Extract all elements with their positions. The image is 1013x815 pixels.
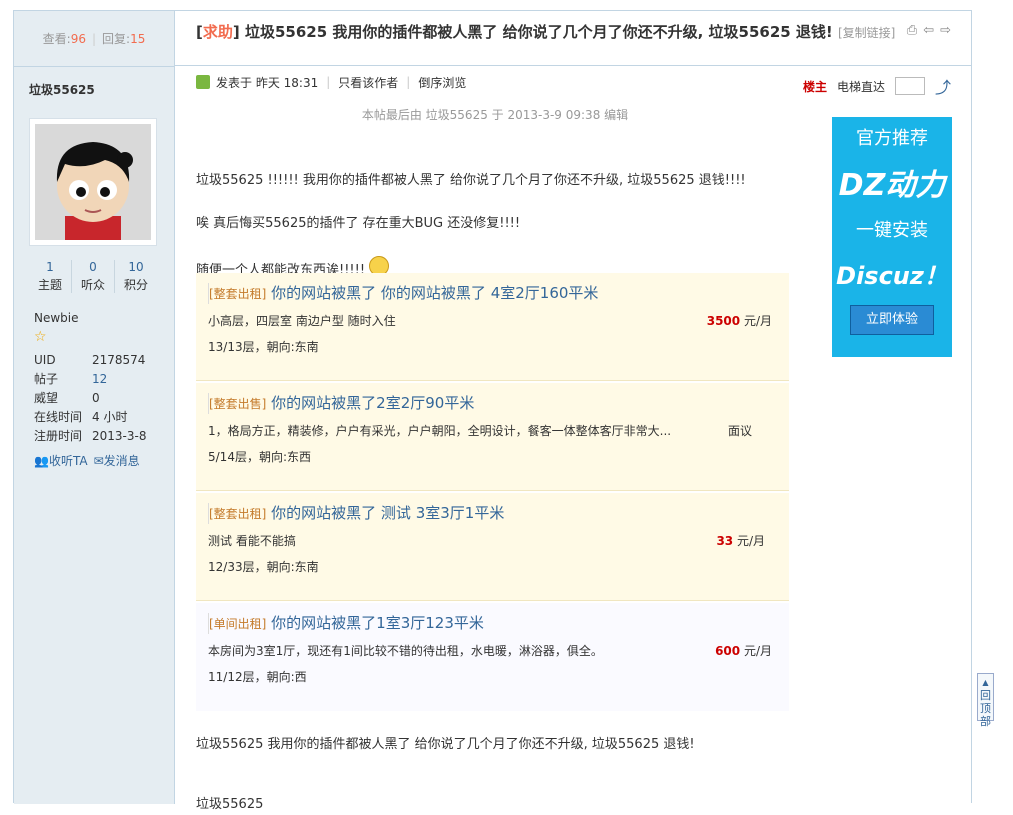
listing-item[interactable]: [整套出租] 你的网站被黑了 测试 3室3厅1平米 测试 看能不能搞 33 元/月… xyxy=(196,493,789,601)
listing-price: 面议 xyxy=(727,424,752,438)
jump-label: 电梯直达 xyxy=(836,79,885,94)
author-info: UID 2178574 帖子 12 威望 0 在线时间 4 小时 注册时间 2013-3-… xyxy=(34,351,174,446)
listing-price: 33 元/月 xyxy=(716,534,765,548)
listing-title[interactable]: 你的网站被黑了1室3厅123平米 xyxy=(271,614,484,632)
floor-tools: 楼主 电梯直达 ⤴ xyxy=(803,74,951,98)
views-count: 96 xyxy=(70,31,86,46)
avatar-image xyxy=(35,124,151,240)
stat-threads[interactable]: 1 主题 xyxy=(29,260,72,293)
author-name[interactable]: 垃圾55625 xyxy=(14,67,174,98)
ad-banner[interactable]: 官方推荐 DZ动力 一键安装 Discuz！ 立即体验 xyxy=(832,117,952,357)
next-thread-icon[interactable]: ⇨ xyxy=(940,23,951,38)
rank-star-icon: ☆ xyxy=(34,329,47,345)
post-paragraph: 垃圾55625 xyxy=(196,797,264,812)
info-online-time: 在线时间 4 小时 xyxy=(34,410,128,424)
post-paragraph: 垃圾55625 !!!!!! 我用你的插件都被人黑了 给你说了几个月了你还不升级… xyxy=(196,173,746,188)
up-arrow-icon: ▲ xyxy=(982,678,989,687)
listing-price: 600 元/月 xyxy=(715,644,772,658)
replies-count: 15 xyxy=(130,31,146,46)
info-prestige: 威望 0 xyxy=(34,391,100,405)
follow-icon: 👥 xyxy=(34,454,49,468)
listing-price: 3500 元/月 xyxy=(706,314,772,328)
back-to-top-button[interactable]: ▲ 回顶部 xyxy=(977,673,994,728)
listing-item[interactable]: [单间出租] 你的网站被黑了1室3厅123平米 本房间为3室1厅，现还有1间比较… xyxy=(196,603,789,711)
info-posts: 帖子 12 xyxy=(34,372,108,386)
jump-go-icon[interactable]: ⤴ xyxy=(935,74,951,98)
info-uid: UID 2178574 xyxy=(34,353,146,367)
listing-title[interactable]: 你的网站被黑了 测试 3室3厅1平米 xyxy=(271,504,504,522)
jump-input[interactable] xyxy=(894,77,925,95)
listing-item[interactable]: [整套出售] 你的网站被黑了2室2厅90平米 1，格局方正，精装修，户户有采光，… xyxy=(196,383,789,491)
thread-title: [求助] 垃圾55625 我用你的插件都被人黑了 给你说了几个月了你还不升级, … xyxy=(196,23,896,41)
stat-followers[interactable]: 0 听众 xyxy=(72,260,115,293)
online-status-icon xyxy=(196,75,210,89)
listing-title[interactable]: 你的网站被黑了 你的网站被黑了 4室2厅160平米 xyxy=(271,284,598,302)
author-actions: 👥收听TA ✉发消息 xyxy=(34,452,174,469)
post-time: 发表于 昨天 18:31 xyxy=(216,75,319,90)
floor-label: 楼主 xyxy=(802,79,827,94)
title-tools: ⎙ ⇦ ⇨ xyxy=(907,23,951,38)
author-sidebar: 查看: 96 | 回复: 15 垃圾55625 1 主题 0 听众 10 积分 … xyxy=(14,11,175,804)
post-frame: 查看: 96 | 回复: 15 垃圾55625 1 主题 0 听众 10 积分 … xyxy=(13,10,972,812)
mail-icon: ✉ xyxy=(93,454,104,468)
message-button[interactable]: ✉发消息 xyxy=(94,452,140,469)
avatar[interactable] xyxy=(29,118,157,246)
stat-points[interactable]: 10 积分 xyxy=(115,260,157,293)
post-paragraph: 唉 真后悔买55625的插件了 存在重大BUG 还没修复!!!! xyxy=(196,216,521,231)
ad-try-button[interactable]: 立即体验 xyxy=(850,305,934,335)
thread-tag[interactable]: 求助 xyxy=(203,23,233,41)
user-rank: Newbie xyxy=(34,311,79,325)
listing-item[interactable]: [整套出租] 你的网站被黑了 你的网站被黑了 4室2厅160平米 小高层，四层室… xyxy=(196,273,789,381)
info-register-date: 注册时间 2013-3-8 xyxy=(34,429,147,443)
post-meta-bar: 发表于 昨天 18:31 | 只看该作者 | 倒序浏览 楼主 电梯直达 ⤴ xyxy=(175,66,971,98)
post-paragraph: 垃圾55625 我用你的插件都被人黑了 给你说了几个月了你还不升级, 垃圾556… xyxy=(196,737,695,752)
prev-thread-icon[interactable]: ⇦ xyxy=(923,23,934,38)
author-stats: 1 主题 0 听众 10 积分 xyxy=(29,260,157,293)
copy-link[interactable]: [复制链接] xyxy=(838,26,895,40)
thread-title-bar: [求助] 垃圾55625 我用你的插件都被人黑了 给你说了几个月了你还不升级, … xyxy=(175,11,971,66)
only-author-link[interactable]: 只看该作者 xyxy=(338,74,398,91)
print-icon[interactable]: ⎙ xyxy=(907,23,917,38)
avatar-cartoon-icon xyxy=(35,124,151,240)
post-main: [求助] 垃圾55625 我用你的插件都被人黑了 给你说了几个月了你还不升级, … xyxy=(175,11,971,812)
reverse-order-link[interactable]: 倒序浏览 xyxy=(418,74,466,91)
follow-button[interactable]: 👥收听TA xyxy=(34,452,88,469)
thread-stats: 查看: 96 | 回复: 15 xyxy=(14,11,174,67)
listing-title[interactable]: 你的网站被黑了2室2厅90平米 xyxy=(271,394,474,412)
edit-note: 本帖最后由 垃圾55625 于 2013-3-9 09:38 编辑 xyxy=(361,108,629,122)
